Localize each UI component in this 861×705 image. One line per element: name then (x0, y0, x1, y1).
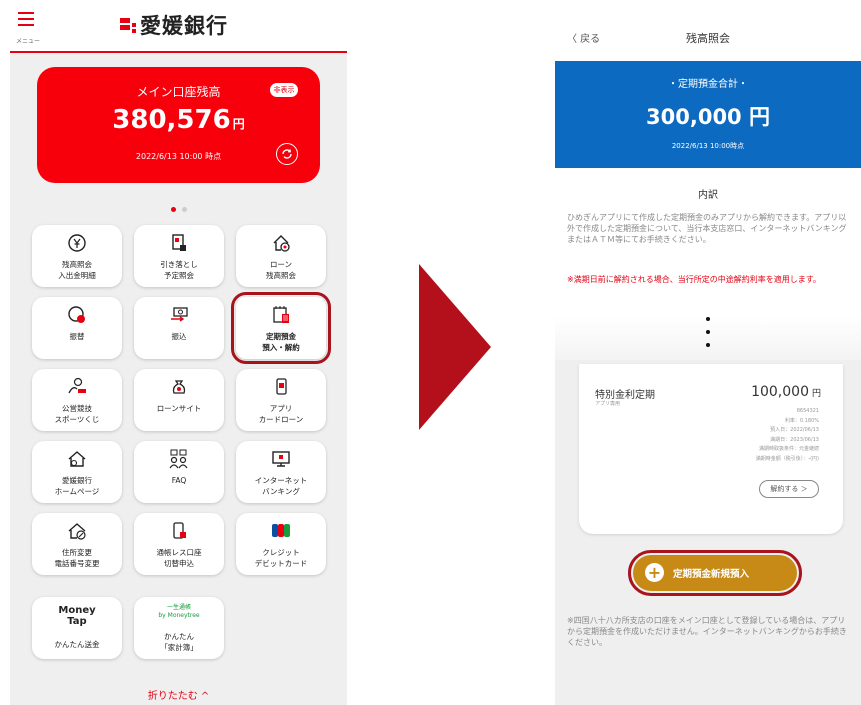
arrow-right-icon (419, 264, 491, 430)
breakdown-title: 内訳 (698, 190, 718, 201)
tile-passbookless[interactable]: 通帳レス口座 切替申込 (134, 513, 224, 575)
deposit-total-label: ・定期預金合計・ (668, 79, 748, 90)
home-icon (68, 451, 86, 467)
balance-amount: 380,576 円 (37, 105, 320, 135)
balance-unit: 円 (232, 117, 245, 131)
tile-label: かんたん送金 (54, 640, 100, 649)
tile-label: ローンサイト (156, 404, 202, 413)
deposit-detail-line: 満期時取扱条件：元金継続 (758, 446, 819, 452)
yen-circle-icon (68, 234, 86, 252)
bank-logo: 愛媛銀行 (120, 12, 228, 38)
cancel-deposit-button[interactable]: 解約する ＞ (759, 480, 819, 498)
tile-app-card-loan[interactable]: アプリ カードローン (236, 369, 326, 431)
menu-button[interactable]: メニュー (16, 12, 42, 46)
left-phone-screen: メニュー 愛媛銀行 メイン口座残高 非表示 380,576 円 2022/6/13… (10, 0, 347, 705)
tile-label: かんたん 「家計簿」 (160, 632, 198, 652)
carousel-pager (10, 197, 347, 216)
deposit-detail-line: 利率：0.180% (784, 417, 819, 424)
deposit-amount: 100,000 円 (751, 384, 821, 400)
calendar-deposit-icon (273, 306, 289, 323)
pager-dot[interactable] (181, 207, 187, 212)
tile-label: 住所変更 電話番号変更 (54, 548, 100, 568)
pager-dot-active[interactable] (170, 207, 176, 212)
deposit-name: 特別金利定期 (595, 390, 655, 401)
notice-text: ひめぎんアプリにて作成した定期預金のみアプリから解約できます。アプリ以外で作成し… (567, 213, 847, 244)
jcb-icon (272, 524, 290, 537)
deposit-detail-line: 満期時金額（税引後）：-(円) (755, 455, 819, 462)
phone-card-icon (276, 378, 287, 395)
tile-label: 振替 (69, 332, 85, 341)
tile-loan-site[interactable]: ローンサイト (134, 369, 224, 431)
tile-homepage[interactable]: 愛媛銀行 ホームページ (32, 441, 122, 503)
tile-balance-inquiry[interactable]: 残高照会 入出金明細 (32, 225, 122, 287)
money-tap-icon: Money Tap (58, 605, 96, 627)
tile-label: 愛媛銀行 ホームページ (54, 476, 100, 496)
refresh-icon[interactable] (276, 143, 298, 165)
transfer-icon (68, 306, 85, 323)
tile-credit-debit[interactable]: クレジット デビットカード (236, 513, 326, 575)
app-header: メニュー 愛媛銀行 (10, 0, 347, 53)
main-balance-card: メイン口座残高 非表示 380,576 円 2022/6/13 10:00 時点 (37, 67, 320, 183)
new-deposit-label: 定期預金新規預入 (673, 569, 750, 580)
house-edit-icon (68, 523, 86, 540)
tile-label: 残高照会 入出金明細 (58, 260, 96, 280)
house-yen-icon (273, 235, 290, 252)
bank-name: 愛媛銀行 (140, 13, 228, 38)
early-cancel-warning: ※満期日前に解約される場合、当行所定の中途解約利率を適用します。 (567, 275, 821, 284)
tile-public-sports[interactable]: 公営競技 スポーツくじ (32, 369, 122, 431)
deposit-total-banner: ・定期預金合計・ 300,000 円 2022/6/13 10:00時点 (555, 61, 861, 168)
deposit-subtitle: アプリ専用 (595, 401, 621, 407)
tile-label: インターネット バンキング (254, 476, 308, 496)
tile-address-change[interactable]: 住所変更 電話番号変更 (32, 513, 122, 575)
deposit-detail-line: 満期日：2023/06/13 (770, 436, 819, 443)
tile-internet-banking[interactable]: インターネット バンキング (236, 441, 326, 503)
deposit-detail-line: 8654321 (796, 408, 819, 414)
money-bag-icon (172, 380, 186, 394)
tile-label: 振込 (171, 332, 187, 341)
kakeibo-icon: 一生通帳 by Moneytree (158, 604, 200, 619)
collapse-button[interactable]: 折りたたむ ^ (10, 687, 347, 702)
tile-money-tap[interactable]: Money Tap かんたん送金 (32, 597, 122, 659)
tile-label: アプリ カードローン (258, 404, 304, 424)
deposit-detail-line: 預入日：2022/06/13 (770, 427, 819, 433)
ellipsis-vertical-icon (702, 317, 714, 357)
right-phone-screen: 〈 戻る 残高照会 ・定期預金合計・ 300,000 円 2022/6/13 1… (555, 0, 861, 705)
deposit-details: 8654321 利率：0.180% 預入日：2022/06/13 満期日：202… (679, 407, 819, 464)
tile-faq[interactable]: FAQ (134, 441, 224, 503)
new-deposit-button[interactable]: + 定期預金新規預入 (633, 555, 797, 591)
deposit-item-card: 特別金利定期 アプリ専用 100,000 円 8654321 利率：0.180% … (579, 364, 843, 534)
hide-balance-button[interactable]: 非表示 (270, 83, 298, 97)
sports-icon (68, 377, 86, 394)
screen-header: 〈 戻る 残高照会 (555, 0, 861, 60)
tile-label: 引き落とし 予定照会 (160, 260, 198, 280)
deposit-total-timestamp: 2022/6/13 10:00時点 (671, 142, 745, 150)
footnote-text: ※四国八十八カ所支店の口座をメイン口座として登録している場合は、アプリから定期預… (567, 616, 847, 647)
lower-section: 特別金利定期 アプリ専用 100,000 円 8654321 利率：0.180% … (555, 360, 861, 705)
tile-debit-schedule[interactable]: 引き落とし 予定照会 (134, 225, 224, 287)
tile-time-deposit[interactable]: 定期預金 預入・解約 (231, 292, 331, 364)
tile-label: 公営競技 スポーツくじ (54, 404, 100, 424)
faq-people-icon (169, 449, 188, 469)
deposit-amount-unit: 円 (811, 389, 821, 399)
deposit-amount-value: 100,000 (751, 384, 809, 400)
tile-label: クレジット デビットカード (254, 548, 308, 568)
tile-transfer[interactable]: 振替 (32, 297, 122, 359)
remittance-icon (171, 307, 188, 322)
tile-label: ローン 残高照会 (266, 260, 296, 280)
monitor-icon (272, 451, 290, 467)
tile-label: 定期預金 預入・解約 (262, 332, 300, 352)
menu-label: メニュー (16, 38, 41, 45)
tile-label: FAQ (171, 476, 187, 485)
tile-remittance[interactable]: 振込 (134, 297, 224, 359)
deposit-total-amount: 300,000 円 (646, 105, 770, 129)
bank-logo-mark-icon (120, 17, 136, 33)
screen-title: 残高照会 (686, 32, 730, 45)
tile-kakeibo[interactable]: 一生通帳 by Moneytree かんたん 「家計簿」 (134, 597, 224, 659)
passbook-icon (173, 522, 186, 539)
balance-value: 380,576 (112, 105, 231, 135)
tile-loan-balance[interactable]: ローン 残高照会 (236, 225, 326, 287)
tile-label: 通帳レス口座 切替申込 (156, 548, 202, 568)
plus-icon: + (645, 563, 664, 582)
bill-icon (172, 234, 186, 251)
